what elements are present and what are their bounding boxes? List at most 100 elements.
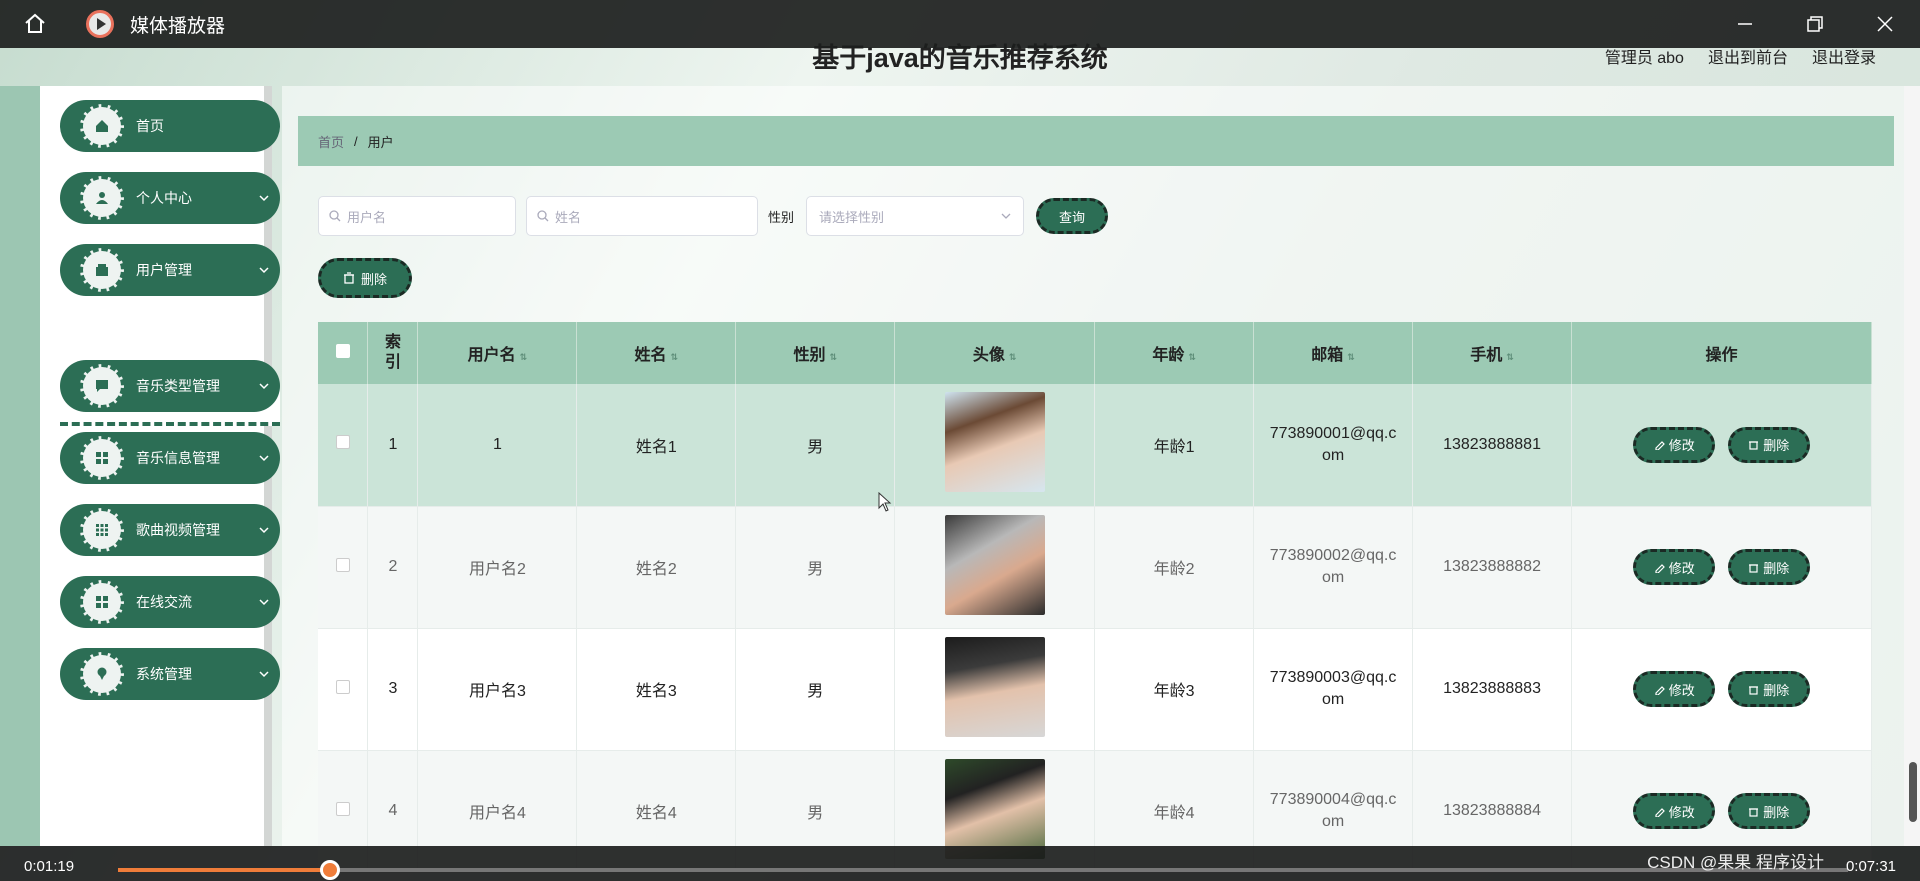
row-checkbox[interactable] xyxy=(335,557,350,572)
cell-gender: 男 xyxy=(735,506,896,629)
home-button[interactable] xyxy=(0,0,70,48)
sidebar-item-personal-center[interactable]: 个人中心 xyxy=(60,172,280,224)
trash-icon xyxy=(343,272,354,284)
edit-icon xyxy=(1655,685,1665,695)
delete-button[interactable]: 删除 xyxy=(1727,549,1810,585)
sort-icon[interactable]: ⇅ xyxy=(829,352,837,362)
apps-icon xyxy=(96,524,108,536)
breadcrumb: 首页 / 用户 xyxy=(298,116,1894,166)
cell-phone: 13823888883 xyxy=(1412,628,1573,751)
query-button[interactable]: 查询 xyxy=(1036,198,1109,234)
avatar[interactable] xyxy=(944,758,1045,859)
header-phone[interactable]: 手机 ⇅ xyxy=(1412,322,1573,384)
user-table: 索 引 用户名 ⇅ 姓名 ⇅ 性别 ⇅ 头像 ⇅ 年龄 ⇅ 邮箱 ⇅ 手机 ⇅ 操作 1 1 … xyxy=(318,322,1872,873)
edit-icon xyxy=(1655,441,1665,451)
header-username-label: 用户名 xyxy=(467,347,516,364)
sidebar-item-music-info[interactable]: 音乐信息管理 xyxy=(60,432,280,484)
breadcrumb-home[interactable]: 首页 xyxy=(318,132,344,151)
close-icon xyxy=(1877,16,1893,32)
current-time: 0:01:19 xyxy=(24,858,75,875)
avatar[interactable] xyxy=(944,514,1045,615)
sort-icon[interactable]: ⇅ xyxy=(671,352,679,362)
edit-button[interactable]: 修改 xyxy=(1633,671,1716,707)
header-email[interactable]: 邮箱 ⇅ xyxy=(1253,322,1414,384)
name-search-input[interactable]: 姓名 xyxy=(526,196,758,236)
sidebar-item-online-chat[interactable]: 在线交流 xyxy=(60,576,280,628)
sidebar-item-label: 个人中心 xyxy=(136,190,192,206)
avatar[interactable] xyxy=(944,636,1045,737)
sidebar-item-home[interactable]: 首页 xyxy=(60,100,280,152)
header-avatar[interactable]: 头像 ⇅ xyxy=(894,322,1096,384)
breadcrumb-separator: / xyxy=(354,133,358,149)
edit-button[interactable]: 修改 xyxy=(1633,549,1716,585)
row-checkbox[interactable] xyxy=(335,801,350,816)
sort-icon[interactable]: ⇅ xyxy=(1347,352,1355,362)
restore-button[interactable] xyxy=(1780,0,1850,48)
seek-handle[interactable] xyxy=(319,860,340,880)
sort-icon[interactable]: ⇅ xyxy=(1009,352,1017,362)
sort-icon[interactable]: ⇅ xyxy=(520,352,528,362)
breadcrumb-current: 用户 xyxy=(367,134,394,150)
close-button[interactable] xyxy=(1850,0,1920,48)
scrollbar-thumb[interactable] xyxy=(1909,762,1917,822)
cell-phone: 13823888882 xyxy=(1412,506,1573,629)
username-placeholder: 用户名 xyxy=(347,209,387,225)
header-name[interactable]: 姓名 ⇅ xyxy=(576,322,737,384)
sidebar-item-song-video[interactable]: 歌曲视频管理 xyxy=(60,504,280,556)
select-all-checkbox[interactable] xyxy=(335,343,350,358)
sidebar-item-label: 首页 xyxy=(136,118,164,134)
cell-name: 姓名1 xyxy=(576,384,737,507)
header-gender[interactable]: 性别 ⇅ xyxy=(735,322,896,384)
avatar[interactable] xyxy=(944,392,1045,493)
header-gender-label: 性别 xyxy=(793,347,826,364)
minimize-button[interactable] xyxy=(1710,0,1780,48)
player-titlebar: 媒体播放器 xyxy=(0,0,1920,48)
username-search-input[interactable]: 用户名 xyxy=(318,196,516,236)
table-row[interactable]: 3 用户名3 姓名3 男 年龄3 773890003@qq.c om 13823… xyxy=(318,628,1872,751)
home-icon xyxy=(96,120,108,132)
sidebar-item-label: 用户管理 xyxy=(136,262,192,278)
cell-gender: 男 xyxy=(735,628,896,751)
table-row[interactable]: 2 用户名2 姓名2 男 年龄2 773890002@qq.c om 13823… xyxy=(318,506,1872,629)
header-avatar-label: 头像 xyxy=(972,347,1005,364)
header-username[interactable]: 用户名 ⇅ xyxy=(417,322,578,384)
header-email-label: 邮箱 xyxy=(1311,347,1344,364)
delete-label: 删除 xyxy=(1763,682,1790,698)
row-checkbox[interactable] xyxy=(335,679,350,694)
home-icon xyxy=(25,13,45,33)
seek-bar[interactable] xyxy=(118,860,1848,880)
batch-delete-button[interactable]: 删除 xyxy=(318,258,412,298)
header-age[interactable]: 年龄 ⇅ xyxy=(1094,322,1255,384)
restore-icon xyxy=(1807,16,1823,32)
cell-index: 2 xyxy=(367,506,419,629)
sidebar-item-user-management[interactable]: 用户管理 xyxy=(60,244,280,296)
sidebar-item-system[interactable]: 系统管理 xyxy=(60,648,280,700)
table-row[interactable]: 1 1 姓名1 男 年龄1 773890001@qq.c om 13823888… xyxy=(318,384,1872,507)
mouse-cursor-icon xyxy=(878,492,892,512)
name-placeholder: 姓名 xyxy=(555,209,582,225)
seek-bar-progress xyxy=(118,868,330,872)
vertical-scrollbar[interactable] xyxy=(1904,86,1920,846)
edit-button[interactable]: 修改 xyxy=(1633,426,1716,463)
search-icon xyxy=(537,210,549,222)
sidebar-item-music-type-mgmt[interactable]: 音乐类型管理 xyxy=(60,360,280,412)
cell-name: 姓名3 xyxy=(576,628,737,751)
edit-label: 修改 xyxy=(1668,438,1695,454)
sort-icon[interactable]: ⇅ xyxy=(1506,352,1514,362)
edit-button[interactable]: 修改 xyxy=(1633,793,1716,829)
cell-email: 773890001@qq.c om xyxy=(1253,384,1414,507)
sort-icon[interactable]: ⇅ xyxy=(1188,352,1196,362)
delete-button[interactable]: 删除 xyxy=(1727,426,1810,463)
row-checkbox[interactable] xyxy=(335,435,350,450)
gender-select[interactable]: 请选择性别 xyxy=(806,196,1025,236)
cell-index: 1 xyxy=(367,384,419,507)
pin-icon xyxy=(97,667,107,680)
sidebar-item-label: 歌曲视频管理 xyxy=(136,522,220,538)
delete-button[interactable]: 删除 xyxy=(1727,671,1810,707)
select-all-header[interactable] xyxy=(318,322,369,384)
chevron-down-icon xyxy=(259,671,269,678)
sidebar-item-label: 音乐信息管理 xyxy=(136,450,220,466)
delete-button[interactable]: 删除 xyxy=(1727,793,1810,829)
chevron-down-icon xyxy=(259,267,269,274)
header-name-label: 姓名 xyxy=(634,347,667,364)
